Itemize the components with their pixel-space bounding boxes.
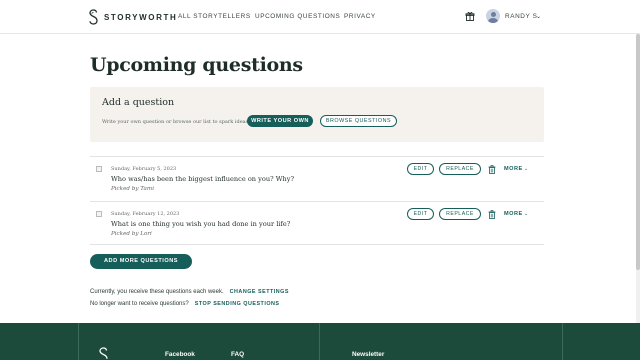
add-question-panel: Add a question Write your own question o… [90, 87, 544, 142]
question-picked-by: Picked by Tami [111, 186, 154, 192]
stop-info-text: No longer want to receive questions? [90, 301, 189, 307]
replace-button[interactable]: REPLACE [439, 163, 481, 175]
top-header: STORYWORTH ALL STORYTELLERS UPCOMING QUE… [0, 0, 640, 34]
change-settings-link[interactable]: CHANGE SETTINGS [230, 289, 289, 295]
question-date: Sunday, February 12, 2023 [111, 211, 180, 217]
storyworth-logo-icon[interactable] [98, 347, 109, 360]
add-question-description: Write your own question or browse our li… [102, 119, 249, 125]
question-row: Sunday, February 5, 2023 Who was/has bee… [90, 156, 544, 200]
add-question-title: Add a question [102, 97, 175, 108]
stop-sending-questions-link[interactable]: STOP SENDING QUESTIONS [195, 301, 280, 307]
edit-button[interactable]: EDIT [407, 208, 434, 220]
nav-privacy[interactable]: PRIVACY [344, 13, 376, 20]
footer-divider [78, 323, 79, 360]
edit-button[interactable]: EDIT [407, 163, 434, 175]
footer-divider [319, 323, 320, 360]
settings-info-text: Currently, you receive these questions e… [90, 289, 224, 295]
question-row: Sunday, February 12, 2023 What is one th… [90, 201, 544, 245]
write-your-own-button[interactable]: WRITE YOUR OWN [247, 115, 313, 127]
user-menu-name[interactable]: RANDY S. [505, 13, 540, 20]
more-menu-button[interactable]: MORE [504, 166, 523, 172]
page-title: Upcoming questions [90, 54, 303, 76]
brand-logo[interactable]: STORYWORTH [88, 9, 177, 25]
browse-questions-button[interactable]: BROWSE QUESTIONS [320, 115, 397, 127]
nav-all-storytellers[interactable]: ALL STORYTELLERS [178, 13, 251, 20]
site-footer: Facebook FAQ Newsletter [0, 323, 640, 360]
settings-info-line: Currently, you receive these questions e… [90, 289, 289, 295]
chevron-down-icon[interactable]: ⌄ [524, 211, 528, 217]
question-date: Sunday, February 5, 2023 [111, 166, 177, 172]
footer-link-newsletter[interactable]: Newsletter [352, 351, 384, 358]
scrollbar-thumb[interactable] [636, 34, 640, 270]
chevron-down-icon[interactable]: ⌄ [524, 166, 528, 172]
question-text: Who was/has been the biggest influence o… [111, 175, 295, 183]
question-checkbox[interactable] [96, 166, 102, 172]
gift-icon[interactable] [465, 11, 475, 21]
stop-info-line: No longer want to receive questions? STOP… [90, 301, 280, 307]
replace-button[interactable]: REPLACE [439, 208, 481, 220]
footer-link-faq[interactable]: FAQ [231, 351, 244, 358]
footer-divider [562, 323, 563, 360]
question-picked-by: Picked by Lori [111, 231, 152, 237]
more-menu-button[interactable]: MORE [504, 211, 523, 217]
question-checkbox[interactable] [96, 211, 102, 217]
brand-name: STORYWORTH [104, 12, 178, 22]
storyworth-logo-icon [89, 9, 98, 25]
question-text: What is one thing you wish you had done … [111, 220, 291, 228]
nav-upcoming-questions[interactable]: UPCOMING QUESTIONS [255, 13, 340, 20]
chevron-down-icon[interactable]: ⌄ [536, 13, 541, 20]
avatar-icon[interactable] [486, 9, 500, 23]
footer-link-facebook[interactable]: Facebook [165, 351, 195, 358]
trash-icon[interactable] [488, 210, 496, 219]
trash-icon[interactable] [488, 165, 496, 174]
add-more-questions-button[interactable]: ADD MORE QUESTIONS [90, 254, 192, 269]
